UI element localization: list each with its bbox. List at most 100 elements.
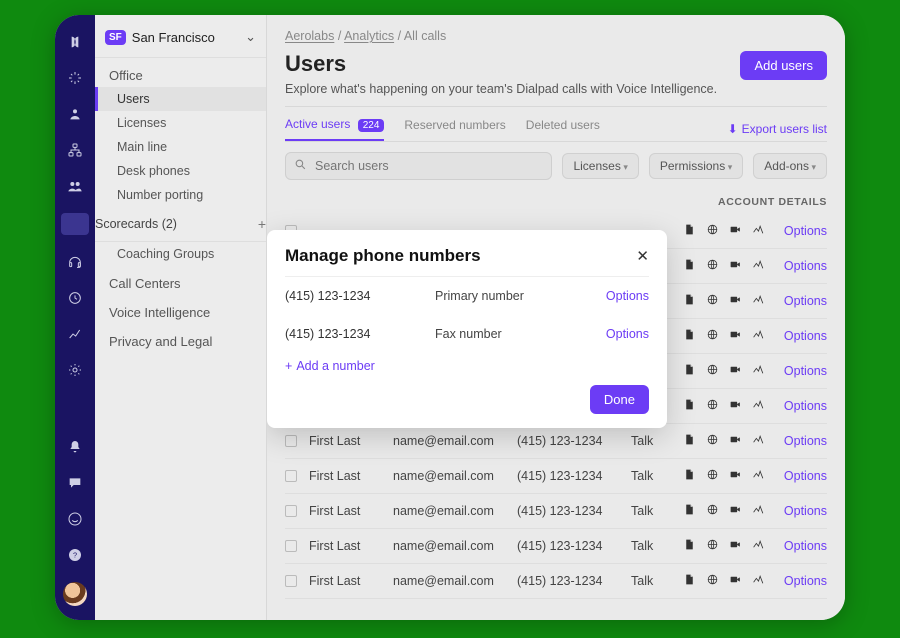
table-row[interactable]: First Last name@email.com (415) 123-1234… [285, 494, 827, 529]
sidebar-item-numberporting[interactable]: Number porting [95, 183, 266, 207]
row-options-link[interactable]: Options [784, 434, 827, 448]
row-checkbox[interactable] [285, 540, 297, 552]
search-input[interactable] [313, 158, 543, 174]
sidebar-item-mainline[interactable]: Main line [95, 135, 266, 159]
crumb-current: All calls [404, 29, 446, 43]
globe-icon [706, 503, 719, 519]
workspace-switcher[interactable]: SF San Francisco ⌄ [95, 21, 266, 58]
video-icon [729, 363, 742, 379]
modal-phone: (415) 123-1234 [285, 289, 435, 303]
tab-deleted-users[interactable]: Deleted users [526, 118, 600, 140]
tab-active-label: Active users [285, 117, 350, 131]
file-icon [683, 433, 696, 449]
cell-name: First Last [309, 539, 381, 553]
sidebar-item-deskphones[interactable]: Desk phones [95, 159, 266, 183]
activity-icon [752, 328, 765, 344]
row-checkbox[interactable] [285, 505, 297, 517]
cell-email: name@email.com [393, 469, 505, 483]
search-input-wrap[interactable] [285, 152, 552, 180]
main-content: Aerolabs / Analytics / All calls Users A… [267, 15, 845, 620]
row-options-link[interactable]: Options [784, 294, 827, 308]
column-account-details: ACCOUNT DETAILS [285, 192, 827, 214]
chart-icon[interactable] [66, 325, 84, 343]
filter-licenses[interactable]: Licenses [562, 153, 638, 179]
tab-active-users[interactable]: Active users 224 [285, 117, 384, 141]
sparkle-icon[interactable] [66, 69, 84, 87]
help-icon[interactable]: ? [66, 546, 84, 564]
chevron-down-icon: ⌄ [245, 29, 256, 45]
people-icon[interactable] [66, 177, 84, 195]
clock-icon[interactable] [66, 289, 84, 307]
filter-permissions[interactable]: Permissions [649, 153, 743, 179]
page-subtitle: Explore what's happening on your team's … [267, 80, 845, 106]
cell-phone: (415) 123-1234 [517, 469, 619, 483]
sidebar-item-voice[interactable]: Voice Intelligence [95, 295, 266, 324]
cell-account-icons [683, 538, 767, 554]
modal-title: Manage phone numbers [285, 246, 481, 266]
rail-selected-item[interactable] [61, 213, 89, 235]
modal-row-options[interactable]: Options [606, 289, 649, 303]
video-icon [729, 293, 742, 309]
sidebar-section-scorecards[interactable]: Scorecards (2) + [95, 207, 266, 242]
hierarchy-icon[interactable] [66, 141, 84, 159]
cell-plan: Talk [631, 504, 671, 518]
sidebar-item-privacy[interactable]: Privacy and Legal [95, 324, 266, 353]
row-options-link[interactable]: Options [784, 539, 827, 553]
nav-rail: ? [55, 15, 95, 620]
smile-icon[interactable] [66, 510, 84, 528]
row-options-link[interactable]: Options [784, 469, 827, 483]
row-options-link[interactable]: Options [784, 224, 827, 238]
row-options-link[interactable]: Options [784, 504, 827, 518]
globe-icon [706, 328, 719, 344]
sidebar-item-users[interactable]: Users [95, 87, 266, 111]
table-row[interactable]: First Last name@email.com (415) 123-1234… [285, 459, 827, 494]
chat-icon[interactable] [66, 474, 84, 492]
tab-reserved-numbers[interactable]: Reserved numbers [404, 118, 505, 140]
row-options-link[interactable]: Options [784, 259, 827, 273]
cell-account-icons [683, 293, 767, 309]
video-icon [729, 433, 742, 449]
row-checkbox[interactable] [285, 435, 297, 447]
table-row[interactable]: First Last name@email.com (415) 123-1234… [285, 564, 827, 599]
globe-icon [706, 468, 719, 484]
download-icon: ⬇ [728, 122, 738, 136]
export-users-link[interactable]: ⬇ Export users list [728, 122, 827, 136]
plus-icon[interactable]: + [258, 216, 266, 232]
row-checkbox[interactable] [285, 470, 297, 482]
user-avatar[interactable] [63, 582, 87, 606]
file-icon [683, 363, 696, 379]
sidebar-item-callcenters[interactable]: Call Centers [95, 266, 266, 295]
modal-row-options[interactable]: Options [606, 327, 649, 341]
close-icon[interactable]: ✕ [636, 247, 649, 265]
row-options-link[interactable]: Options [784, 399, 827, 413]
table-row[interactable]: First Last name@email.com (415) 123-1234… [285, 424, 827, 459]
sidebar-item-coaching[interactable]: Coaching Groups [95, 242, 266, 266]
row-checkbox[interactable] [285, 575, 297, 587]
headset-icon[interactable] [66, 253, 84, 271]
globe-icon [706, 573, 719, 589]
gear-icon[interactable] [66, 361, 84, 379]
row-options-link[interactable]: Options [784, 329, 827, 343]
add-number-link[interactable]: + Add a number [285, 353, 649, 385]
cell-name: First Last [309, 574, 381, 588]
tabs: Active users 224 Reserved numbers Delete… [267, 107, 845, 141]
person-icon[interactable] [66, 105, 84, 123]
add-users-button[interactable]: Add users [740, 51, 827, 80]
done-button[interactable]: Done [590, 385, 649, 414]
activity-icon [752, 538, 765, 554]
cell-name: First Last [309, 469, 381, 483]
video-icon [729, 538, 742, 554]
activity-icon [752, 223, 765, 239]
table-row[interactable]: First Last name@email.com (415) 123-1234… [285, 529, 827, 564]
file-icon [683, 538, 696, 554]
file-icon [683, 328, 696, 344]
crumb-analytics[interactable]: Analytics [344, 29, 394, 43]
crumb-aerolabs[interactable]: Aerolabs [285, 29, 334, 43]
sidebar-item-licenses[interactable]: Licenses [95, 111, 266, 135]
export-label: Export users list [742, 122, 827, 136]
video-icon [729, 398, 742, 414]
bell-icon[interactable] [66, 438, 84, 456]
row-options-link[interactable]: Options [784, 574, 827, 588]
row-options-link[interactable]: Options [784, 364, 827, 378]
filter-addons[interactable]: Add-ons [753, 153, 827, 179]
